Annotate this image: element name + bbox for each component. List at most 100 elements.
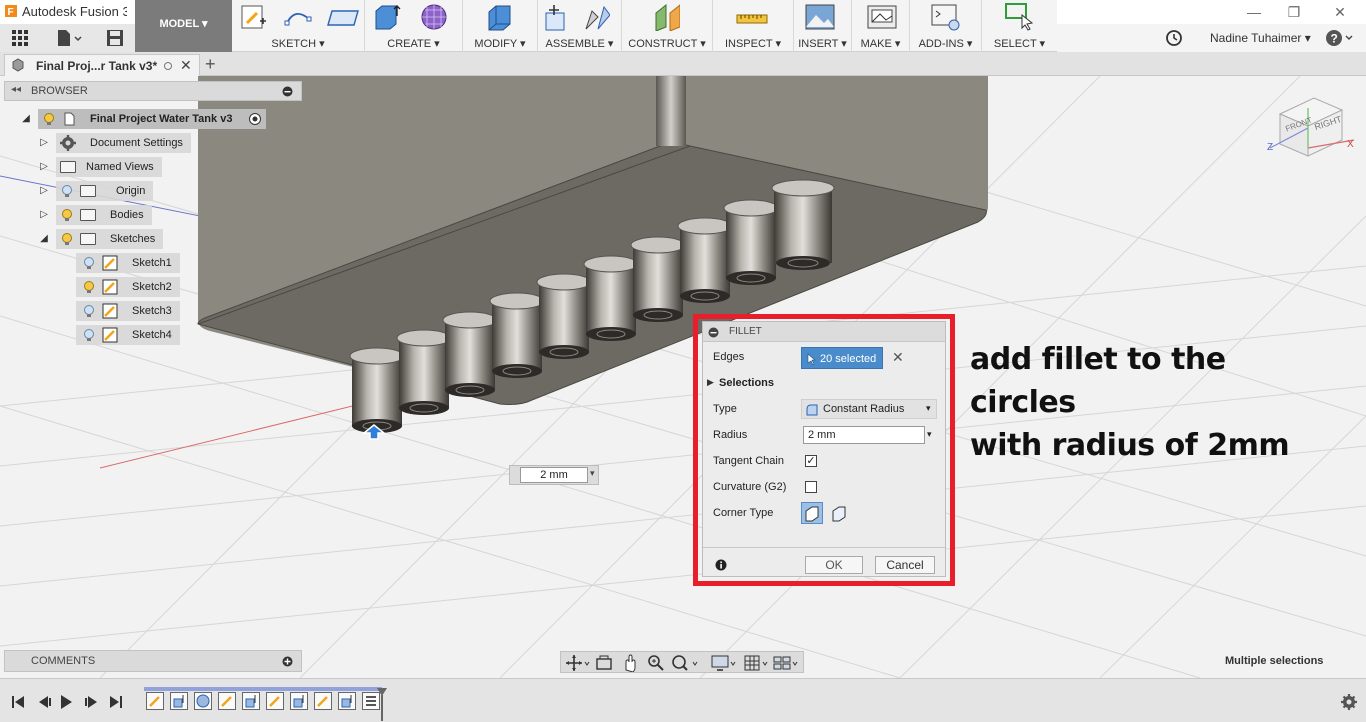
selections-label[interactable]: Selections <box>719 377 774 389</box>
zoom-icon[interactable] <box>647 654 665 672</box>
browser-item-named-views[interactable]: ▷ Named Views <box>38 157 162 177</box>
press-pull-icon[interactable] <box>485 3 513 31</box>
grid-menu-icon[interactable] <box>11 29 29 47</box>
step-back-icon[interactable] <box>39 696 51 708</box>
look-at-icon[interactable] <box>595 654 613 672</box>
browser-item-sketches[interactable]: ◢ Sketches <box>38 229 164 249</box>
timeline-extrude-feature[interactable] <box>170 692 188 710</box>
expand-triangle-icon[interactable]: ▷ <box>38 137 50 149</box>
select-group[interactable]: SELECT ▾ <box>982 0 1057 52</box>
clear-selection-icon[interactable]: ✕ <box>892 349 904 366</box>
activate-component-icon[interactable] <box>248 112 262 126</box>
line-tool-icon[interactable] <box>284 3 312 31</box>
joint-icon[interactable] <box>582 3 610 31</box>
measure-icon[interactable] <box>735 3 769 31</box>
select-icon[interactable] <box>1004 3 1036 31</box>
offset-plane-icon[interactable] <box>652 3 680 31</box>
timeline-extrude-feature[interactable] <box>242 692 260 710</box>
user-menu[interactable]: Nadine Tuhaimer ▾ <box>1210 31 1311 45</box>
timeline-settings-gear-icon[interactable] <box>1340 693 1358 711</box>
step-forward-icon[interactable] <box>85 696 97 708</box>
fillet-dialog-header[interactable]: FILLET <box>703 322 945 342</box>
form-icon[interactable] <box>419 3 447 31</box>
close-tab-icon[interactable]: ✕ <box>180 57 192 74</box>
construct-group[interactable]: CONSTRUCT ▾ <box>622 0 713 52</box>
comments-panel[interactable]: COMMENTS <box>4 650 302 672</box>
create-sketch-icon[interactable] <box>240 3 268 31</box>
expand-triangle-icon[interactable]: ▷ <box>38 161 50 173</box>
sketch-group[interactable]: SKETCH ▾ <box>232 0 365 52</box>
visibility-bulb-icon[interactable] <box>82 280 96 294</box>
viewcube[interactable] <box>1269 97 1355 157</box>
browser-sketch-row[interactable]: Sketch1 <box>76 253 180 273</box>
browser-sketch-row[interactable]: Sketch2 <box>76 277 180 297</box>
save-icon[interactable] <box>106 29 124 47</box>
fit-zoom-icon[interactable] <box>671 654 701 672</box>
collapse-panel-icon[interactable]: ◂◂ <box>11 84 21 95</box>
skip-to-start-icon[interactable] <box>12 696 24 708</box>
visibility-bulb-icon[interactable] <box>60 208 74 222</box>
play-icon[interactable] <box>61 695 72 709</box>
document-tab[interactable]: Final Proj...r Tank v3* ✕ <box>4 54 200 76</box>
timeline-sketch-feature[interactable] <box>218 692 236 710</box>
restore-icon[interactable]: ❐ <box>1284 2 1304 22</box>
workspace-switcher[interactable]: MODEL ▾ <box>135 0 232 52</box>
pan-hand-icon[interactable] <box>621 654 639 672</box>
browser-minimize-icon[interactable] <box>282 86 293 97</box>
visibility-bulb-icon[interactable] <box>82 256 96 270</box>
browser-item-origin[interactable]: ▷ Origin <box>38 181 154 201</box>
visibility-bulb-icon[interactable] <box>60 232 74 246</box>
timeline-sketch-feature[interactable] <box>314 692 332 710</box>
ok-button[interactable]: OK <box>805 556 863 574</box>
timeline-extrude-feature[interactable] <box>290 692 308 710</box>
inspect-group[interactable]: INSPECT ▾ <box>713 0 794 52</box>
corner-type-setback-button[interactable] <box>829 503 849 523</box>
canvas-radius-dropdown-icon[interactable]: ▾ <box>590 468 595 479</box>
comments-expand-icon[interactable] <box>282 656 293 667</box>
add-ins-group[interactable]: ADD-INS ▾ <box>910 0 982 52</box>
expand-triangle-icon[interactable]: ▷ <box>38 209 50 221</box>
timeline-shell-feature[interactable] <box>194 692 212 710</box>
rectangle-tool-icon[interactable] <box>326 3 360 31</box>
scripts-addins-icon[interactable] <box>930 3 962 31</box>
visibility-bulb-icon[interactable] <box>82 328 96 342</box>
type-dropdown[interactable]: Constant Radius ▾ <box>801 399 937 419</box>
visibility-bulb-icon[interactable] <box>42 112 56 126</box>
browser-item-bodies[interactable]: ▷ Bodies <box>38 205 152 225</box>
radius-input[interactable]: 2 mm <box>803 426 925 444</box>
timeline-extrude-feature[interactable] <box>338 692 356 710</box>
viewports-icon[interactable] <box>773 654 801 672</box>
grid-snaps-icon[interactable] <box>743 654 771 672</box>
canvas-radius-input[interactable]: 2 mm <box>520 467 588 483</box>
expand-triangle-icon[interactable]: ▷ <box>38 185 50 197</box>
radius-dropdown-icon[interactable]: ▾ <box>927 429 932 440</box>
create-group[interactable]: CREATE ▾ <box>365 0 463 52</box>
browser-panel-header[interactable]: ◂◂ BROWSER <box>4 81 302 101</box>
new-tab-icon[interactable]: + <box>205 54 216 75</box>
curvature-checkbox[interactable] <box>805 481 817 493</box>
collapse-triangle-icon[interactable]: ◢ <box>20 113 32 125</box>
make-group[interactable]: MAKE ▾ <box>852 0 910 52</box>
new-component-icon[interactable] <box>542 3 570 31</box>
timeline-sketch-feature[interactable] <box>146 692 164 710</box>
browser-sketch-row[interactable]: Sketch4 <box>76 325 180 345</box>
orbit-icon[interactable] <box>565 654 591 672</box>
modify-group[interactable]: MODIFY ▾ <box>463 0 538 52</box>
3d-print-icon[interactable] <box>866 3 898 31</box>
info-icon[interactable] <box>715 559 727 571</box>
assemble-group[interactable]: ASSEMBLE ▾ <box>538 0 622 52</box>
edges-selection-button[interactable]: 20 selected <box>801 347 883 369</box>
timeline-sketch-feature[interactable] <box>266 692 284 710</box>
extrude-icon[interactable] <box>373 3 401 31</box>
browser-sketch-row[interactable]: Sketch3 <box>76 301 180 321</box>
browser-item-document-settings[interactable]: ▷ Document Settings <box>38 133 191 153</box>
selections-expand-icon[interactable]: ▶ <box>707 377 714 388</box>
insert-group[interactable]: INSERT ▾ <box>794 0 852 52</box>
minimize-icon[interactable]: — <box>1244 2 1264 22</box>
collapse-triangle-icon[interactable]: ◢ <box>38 233 50 245</box>
skip-to-end-icon[interactable] <box>110 696 122 708</box>
display-settings-icon[interactable] <box>711 654 739 672</box>
browser-root-row[interactable]: ◢ Final Project Water Tank v3 <box>20 109 267 129</box>
timeline-pattern-feature[interactable] <box>362 692 380 710</box>
file-menu-icon[interactable] <box>56 29 82 47</box>
